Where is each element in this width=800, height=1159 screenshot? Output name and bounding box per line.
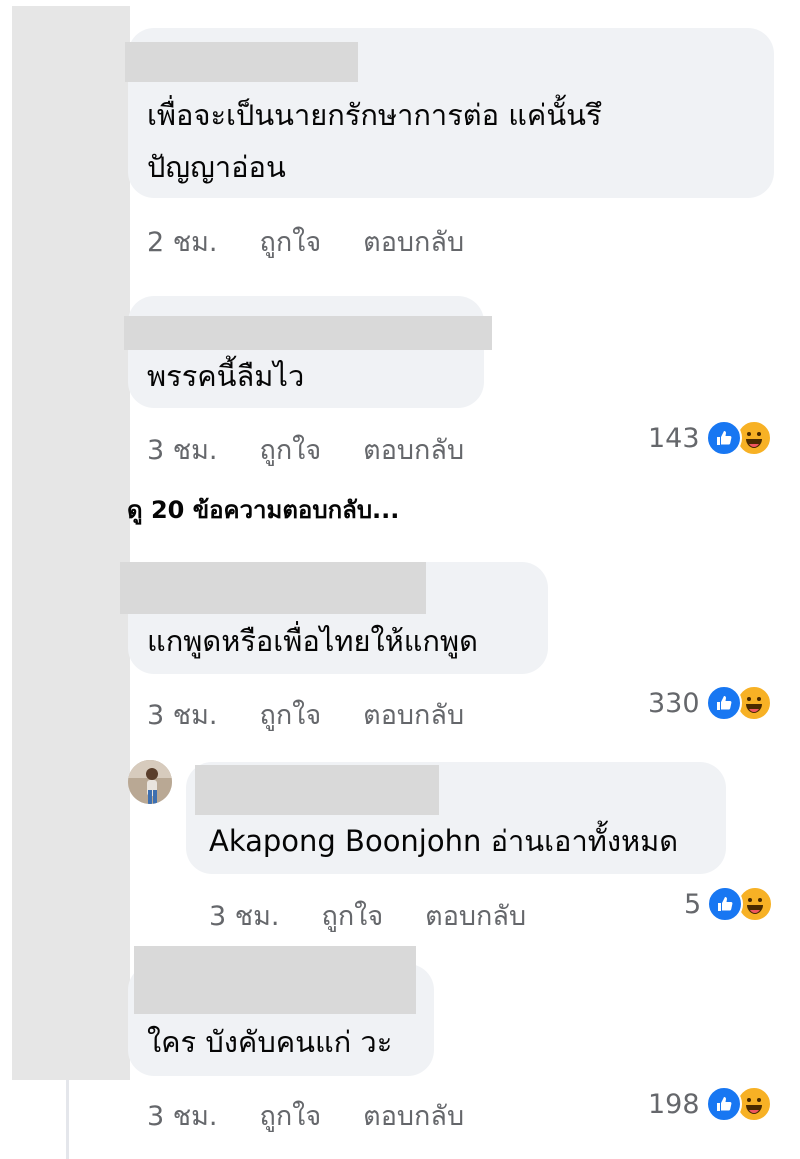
- comment-time[interactable]: 3 ชม.: [147, 1094, 217, 1137]
- reply-button[interactable]: ตอบกลับ: [363, 220, 464, 263]
- comment-actions: 3 ชม. ถูกใจ ตอบกลับ: [209, 894, 526, 937]
- reaction-count: 330: [648, 687, 700, 719]
- like-icon: [707, 886, 744, 922]
- reply-button[interactable]: ตอบกลับ: [363, 693, 464, 736]
- reply-button[interactable]: ตอบกลับ: [425, 894, 526, 937]
- avatar[interactable]: [128, 760, 172, 804]
- comment-text: ใคร บังคับคนแก่ วะ: [147, 1025, 393, 1059]
- comment-text: เพื่อจะเป็นนายกรักษาการต่อ แค่นั้นรึ: [147, 98, 602, 132]
- comment-actions: 3 ชม. ถูกใจ ตอบกลับ: [147, 428, 464, 471]
- redacted-author-name: [134, 946, 416, 1014]
- comment-actions: 3 ชม. ถูกใจ ตอบกลับ: [147, 693, 464, 736]
- reply-button[interactable]: ตอบกลับ: [363, 1094, 464, 1137]
- comment-time[interactable]: 2 ชม.: [147, 220, 217, 263]
- view-more-replies-link[interactable]: ดู 20 ข้อความตอบกลับ...: [127, 490, 399, 529]
- comment-actions: 3 ชม. ถูกใจ ตอบกลับ: [147, 1094, 464, 1137]
- like-icon: [705, 685, 742, 721]
- comment-text: ปัญญาอ่อน: [147, 150, 286, 184]
- comment-text: แกพูดหรือเพื่อไทยให้แกพูด: [147, 624, 478, 658]
- comment-time[interactable]: 3 ชม.: [147, 428, 217, 471]
- like-button[interactable]: ถูกใจ: [259, 220, 321, 263]
- reply-button[interactable]: ตอบกลับ: [363, 428, 464, 471]
- like-button[interactable]: ถูกใจ: [321, 894, 383, 937]
- reaction-summary[interactable]: 330: [648, 683, 772, 723]
- like-icon: [705, 420, 742, 456]
- like-button[interactable]: ถูกใจ: [259, 428, 321, 471]
- redacted-left-strip: [12, 6, 130, 1080]
- reaction-summary[interactable]: 143: [648, 418, 772, 458]
- comment-text: Akapong Boonjohn อ่านเอาทั้งหมด: [209, 824, 679, 858]
- comment-time[interactable]: 3 ชม.: [147, 693, 217, 736]
- reaction-count: 5: [684, 888, 702, 920]
- comment-text: พรรคนี้ลืมไว: [147, 359, 305, 393]
- reaction-count: 198: [648, 1088, 700, 1120]
- comment-actions: 2 ชม. ถูกใจ ตอบกลับ: [147, 220, 464, 263]
- reaction-summary[interactable]: 198: [648, 1084, 772, 1124]
- thread-line: [66, 1080, 69, 1159]
- reaction-count: 143: [648, 422, 700, 454]
- redacted-author-name: [195, 765, 439, 815]
- redacted-author-name: [124, 316, 492, 350]
- comment-time[interactable]: 3 ชม.: [209, 894, 279, 937]
- reaction-summary[interactable]: 5: [684, 884, 774, 924]
- redacted-author-name: [125, 42, 358, 82]
- like-button[interactable]: ถูกใจ: [259, 1094, 321, 1137]
- like-button[interactable]: ถูกใจ: [259, 693, 321, 736]
- redacted-author-name: [120, 562, 426, 614]
- like-icon: [705, 1086, 742, 1122]
